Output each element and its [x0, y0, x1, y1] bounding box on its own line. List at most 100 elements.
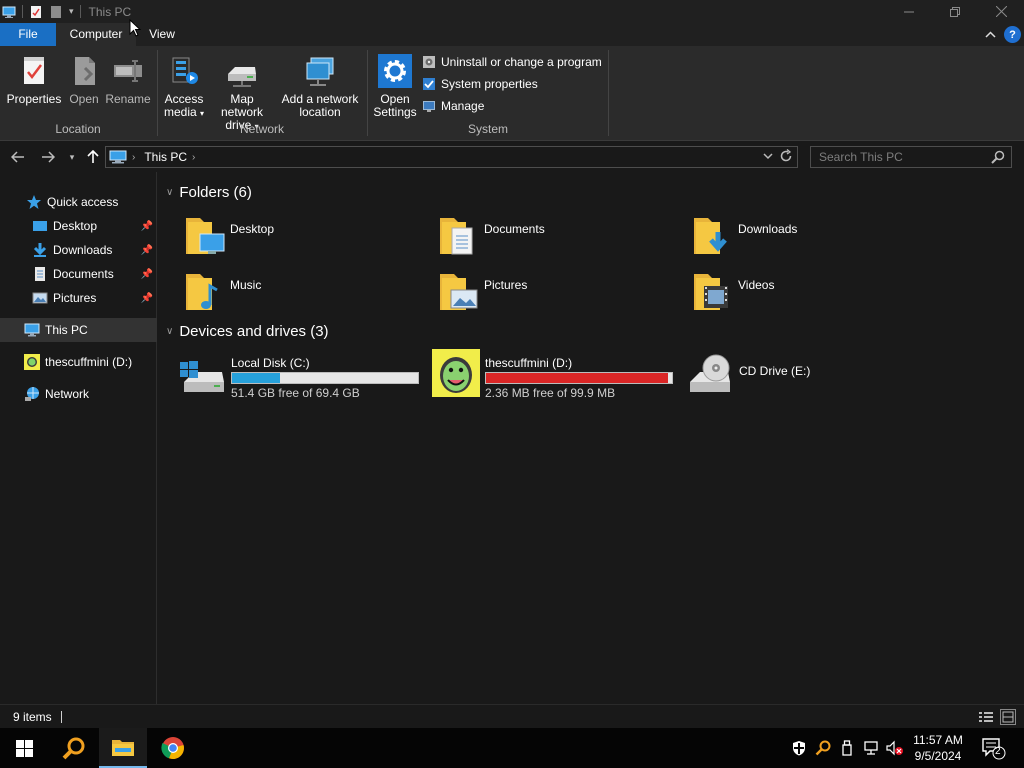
- details-view-icon[interactable]: [978, 709, 994, 725]
- folder-videos[interactable]: Videos: [690, 268, 930, 318]
- drive-d[interactable]: thescuffmini (D:) 2.36 MB free of 99.9 M…: [432, 349, 676, 404]
- refresh-icon[interactable]: [779, 149, 793, 166]
- help-icon[interactable]: ?: [1004, 26, 1021, 43]
- open-settings-button[interactable]: Open Settings: [372, 54, 418, 119]
- address-dropdown-icon[interactable]: [763, 149, 773, 166]
- pictures-icon: [32, 292, 48, 304]
- system-properties-icon: [423, 78, 435, 90]
- nav-desktop[interactable]: Desktop 📌: [0, 214, 157, 238]
- drive-e[interactable]: CD Drive (E:): [686, 350, 886, 404]
- minimize-icon[interactable]: [886, 0, 932, 23]
- nav-this-pc[interactable]: This PC: [0, 318, 157, 342]
- search-taskbar-icon[interactable]: [50, 728, 98, 768]
- folder-name: Videos: [738, 278, 775, 292]
- folder-music[interactable]: Music: [182, 268, 422, 318]
- customize-toolbar-icon[interactable]: ▾: [69, 6, 74, 17]
- back-arrow-icon[interactable]: [8, 147, 28, 167]
- breadcrumb-chevron-icon[interactable]: ›: [132, 152, 135, 163]
- nav-quick-access[interactable]: Quick access: [0, 190, 157, 214]
- network-tray-icon[interactable]: [862, 738, 880, 758]
- properties-label: Properties: [6, 92, 62, 106]
- pin-icon[interactable]: 📌: [141, 293, 153, 304]
- system-properties-button[interactable]: System properties: [422, 74, 538, 94]
- tab-view[interactable]: View: [142, 23, 182, 46]
- system-clock[interactable]: 11:57 AM 9/5/2024: [903, 732, 973, 764]
- tab-file[interactable]: File: [0, 23, 56, 46]
- navigation-bar: ▾ › This PC ›: [0, 141, 1024, 172]
- drive-usage-bar: [231, 372, 419, 384]
- properties-button[interactable]: Properties: [6, 54, 62, 106]
- add-network-location-button[interactable]: Add a network location: [280, 54, 360, 119]
- nav-pictures[interactable]: Pictures 📌: [0, 286, 157, 310]
- navigation-pane: Quick access Desktop 📌 Downloads 📌 Docum…: [0, 172, 157, 704]
- nav-quick-access-label: Quick access: [47, 195, 119, 209]
- manage-icon: [423, 101, 435, 112]
- up-arrow-icon[interactable]: [83, 147, 103, 167]
- file-explorer-taskbar-icon[interactable]: [99, 728, 147, 768]
- drives-section-header[interactable]: ∨ Devices and drives (3): [166, 323, 329, 340]
- quick-access-toolbar: ▾: [0, 0, 87, 23]
- tab-computer[interactable]: Computer: [56, 23, 136, 46]
- collapse-caret-icon[interactable]: ∨: [166, 326, 173, 337]
- videos-folder-icon: [694, 274, 728, 310]
- collapse-caret-icon[interactable]: ∨: [166, 187, 173, 198]
- clock-date: 9/5/2024: [914, 749, 962, 763]
- map-network-drive-icon: [228, 67, 256, 87]
- folder-desktop[interactable]: Desktop: [182, 212, 422, 262]
- nav-network[interactable]: Network: [0, 382, 157, 406]
- start-windows-icon[interactable]: [0, 728, 48, 768]
- breadcrumb-this-pc[interactable]: This PC: [144, 150, 187, 164]
- nav-network-label: Network: [45, 387, 90, 401]
- usb-device-icon[interactable]: [838, 738, 856, 758]
- nav-downloads[interactable]: Downloads 📌: [0, 238, 157, 262]
- system-group-label: System: [467, 122, 508, 136]
- uninstall-program-button[interactable]: Uninstall or change a program: [422, 52, 602, 72]
- clock-time: 11:57 AM: [913, 733, 963, 747]
- documents-icon: [35, 267, 45, 281]
- open-button[interactable]: Open: [66, 54, 102, 106]
- taskbar: 11:57 AM 9/5/2024 2: [0, 728, 1024, 768]
- pictures-folder-icon: [440, 274, 478, 310]
- search-icon[interactable]: [991, 150, 1005, 167]
- recent-locations-dropdown-icon[interactable]: ▾: [62, 147, 82, 167]
- properties-quick-icon[interactable]: [29, 5, 43, 19]
- search-input[interactable]: [811, 147, 981, 167]
- address-bar[interactable]: › This PC ›: [105, 146, 798, 168]
- folders-section-header[interactable]: ∨ Folders (6): [166, 184, 252, 201]
- restore-icon[interactable]: [932, 0, 978, 23]
- pin-icon[interactable]: 📌: [141, 221, 153, 232]
- file-list: ∨ Folders (6) Desktop Documents Download…: [158, 172, 1024, 704]
- drive-c[interactable]: Local Disk (C:) 51.4 GB free of 69.4 GB: [178, 350, 422, 404]
- manage-button[interactable]: Manage: [422, 96, 484, 116]
- drive-usage-bar: [485, 372, 673, 384]
- defender-tray-icon[interactable]: [790, 738, 808, 758]
- network-icon: [25, 387, 39, 401]
- folder-documents[interactable]: Documents: [436, 212, 676, 262]
- uninstall-label: Uninstall or change a program: [441, 55, 602, 69]
- volume-muted-icon[interactable]: [886, 738, 904, 758]
- expand-ribbon-icon[interactable]: [982, 26, 999, 43]
- search-tray-icon[interactable]: [814, 738, 832, 758]
- close-icon[interactable]: [978, 0, 1024, 23]
- pin-icon[interactable]: 📌: [141, 269, 153, 280]
- access-media-button[interactable]: Access media ▾: [162, 54, 206, 120]
- search-box[interactable]: [810, 146, 1012, 168]
- this-pc-icon[interactable]: [2, 5, 16, 19]
- this-pc-icon: [24, 323, 40, 337]
- drive-name: thescuffmini (D:): [485, 356, 573, 370]
- folder-pictures[interactable]: Pictures: [436, 268, 676, 318]
- large-icons-view-icon[interactable]: [1000, 709, 1016, 725]
- rename-button[interactable]: Rename: [105, 54, 151, 106]
- nav-documents[interactable]: Documents 📌: [0, 262, 157, 286]
- documents-folder-icon: [440, 218, 473, 255]
- breadcrumb-chevron-icon[interactable]: ›: [192, 152, 195, 163]
- chrome-taskbar-icon[interactable]: [149, 728, 197, 768]
- pin-icon[interactable]: 📌: [141, 245, 153, 256]
- notification-center-icon[interactable]: 2: [980, 736, 1006, 760]
- forward-arrow-icon[interactable]: [38, 147, 58, 167]
- new-folder-quick-icon[interactable]: [49, 5, 63, 19]
- nav-drive-d[interactable]: thescuffmini (D:): [0, 350, 157, 374]
- folder-downloads[interactable]: Downloads: [690, 212, 930, 262]
- drive-d-avatar-icon: [432, 349, 480, 397]
- toolbar-separator: [79, 5, 81, 18]
